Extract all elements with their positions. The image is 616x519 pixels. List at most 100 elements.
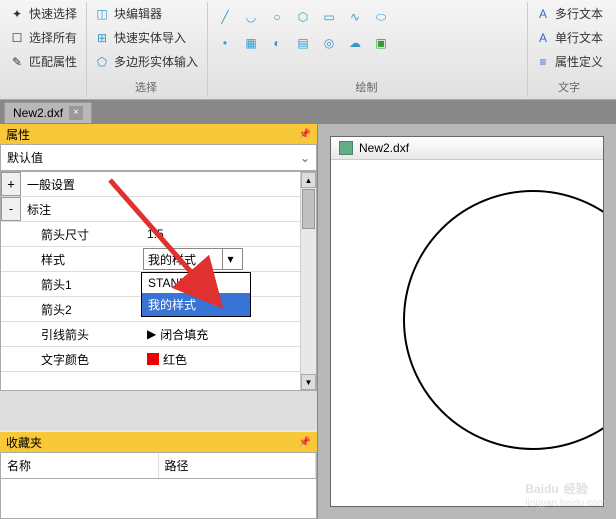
draw-tool-button[interactable]: ▣: [370, 32, 392, 54]
pin-icon[interactable]: 📌: [299, 437, 311, 448]
collapse-icon[interactable]: -: [1, 197, 21, 221]
polygon-icon: ⬠: [94, 54, 110, 70]
ellipse-icon: ⬭: [373, 9, 389, 25]
style-dropdown[interactable]: 我的样式 ▾ STANDARD 我的样式: [141, 247, 300, 271]
column-header-path[interactable]: 路径: [159, 453, 317, 478]
draw-tool-button[interactable]: ⬡: [292, 6, 314, 28]
spline-icon: ∿: [347, 9, 363, 25]
document-tabstrip: New2.dxf ×: [0, 100, 616, 124]
prop-row-text-color: 文字颜色 红色: [1, 347, 300, 372]
expand-icon[interactable]: +: [1, 172, 21, 196]
draw-tool-button[interactable]: ◎: [318, 32, 340, 54]
group-label-draw: 绘制: [210, 77, 523, 97]
brush-icon: ✎: [9, 54, 25, 70]
quick-select-button[interactable]: ✦快速选择: [4, 2, 82, 25]
leader-arrow-value[interactable]: ▶闭合填充: [141, 322, 300, 346]
ribbon-group-import: ◫块编辑器 ⊞快速实体导入 ⬠多边形实体输入 选择: [89, 2, 208, 97]
draw-tool-button[interactable]: ∿: [344, 6, 366, 28]
match-props-button[interactable]: ✎匹配属性: [4, 50, 82, 73]
document-tab[interactable]: New2.dxf ×: [4, 102, 92, 123]
block-editor-button[interactable]: ◫块编辑器: [89, 2, 203, 25]
point-icon: •: [217, 35, 233, 51]
dropdown-option-standard[interactable]: STANDARD: [142, 273, 250, 293]
prop-row-arrow-size: 箭头尺寸 1.5: [1, 222, 300, 247]
document-icon: [339, 141, 353, 155]
draw-tool-button[interactable]: ◐: [266, 32, 288, 54]
select-all-icon: ☐: [9, 30, 25, 46]
favorites-header: 收藏夹 📌: [0, 432, 317, 452]
gradient-icon: ◐: [269, 35, 285, 51]
color-swatch-icon: [147, 353, 159, 365]
draw-tool-button[interactable]: ☁: [344, 32, 366, 54]
draw-tool-button[interactable]: •: [214, 32, 236, 54]
section-row-general[interactable]: + 一般设置: [1, 172, 300, 197]
cursor-icon: ✦: [9, 6, 25, 22]
properties-panel-header: 属性 📌: [0, 124, 317, 144]
default-label: 默认值: [7, 149, 43, 166]
block-icon: ◫: [94, 6, 110, 22]
document-title: New2.dxf: [359, 141, 409, 155]
hatch-icon: ▦: [243, 35, 259, 51]
dropdown-option-mystyle[interactable]: 我的样式: [142, 293, 250, 316]
image-icon: ▣: [373, 35, 389, 51]
arrow-icon: ▶: [147, 327, 156, 341]
favorites-panel: 收藏夹 📌 名称 路径: [0, 432, 317, 519]
text-icon: A: [535, 6, 551, 22]
prop-row-leader-arrow: 引线箭头 ▶闭合填充: [1, 322, 300, 347]
properties-scrollbar[interactable]: ▲ ▼: [300, 172, 316, 390]
canvas-area: New2.dxf: [318, 124, 616, 519]
panel-title: 属性: [6, 126, 30, 143]
ribbon-group-select: ✦快速选择 ☐选择所有 ✎匹配属性 -: [4, 2, 87, 97]
section-row-annotation[interactable]: - 标注: [1, 197, 300, 222]
scroll-thumb[interactable]: [302, 189, 315, 229]
column-header-name[interactable]: 名称: [1, 453, 159, 478]
drawing-canvas[interactable]: [331, 160, 603, 506]
text-color-value[interactable]: 红色: [141, 347, 300, 371]
attr-icon: ≡: [535, 54, 551, 70]
left-panel: 属性 📌 默认值 ⌄ + 一般设置 - 标注 箭头尺寸 1.5: [0, 124, 318, 519]
default-value-dropdown[interactable]: 默认值 ⌄: [0, 144, 317, 171]
ribbon-group-text: A多行文本 A单行文本 ≡属性定义 文字: [530, 2, 612, 97]
prop-row-style: 样式 我的样式 ▾ STANDARD 我的样式: [1, 247, 300, 272]
draw-tool-button[interactable]: ⬭: [370, 6, 392, 28]
chevron-down-icon[interactable]: ▾: [222, 249, 238, 269]
pin-icon[interactable]: 📌: [299, 129, 311, 140]
group-label-text: 文字: [530, 77, 608, 97]
document-window: New2.dxf: [330, 136, 604, 507]
poly-icon: ⬡: [295, 9, 311, 25]
circle-icon: ○: [269, 9, 285, 25]
donut-icon: ◎: [321, 35, 337, 51]
ribbon-group-draw: ╱ ◡ ○ ⬡ ▭ ∿ ⬭ • ▦ ◐ ▤ ◎ ☁ ▣ 绘制: [210, 2, 528, 97]
document-titlebar: New2.dxf: [331, 137, 603, 160]
favorites-columns: 名称 路径: [0, 452, 317, 479]
singleline-text-button[interactable]: A单行文本: [530, 26, 608, 49]
select-all-button[interactable]: ☐选择所有: [4, 26, 82, 49]
draw-tool-button[interactable]: ╱: [214, 6, 236, 28]
draw-tool-button[interactable]: ○: [266, 6, 288, 28]
properties-grid: + 一般设置 - 标注 箭头尺寸 1.5 样式 我的样式 ▾: [0, 171, 317, 391]
solid-import-button[interactable]: ⊞快速实体导入: [89, 26, 203, 49]
tab-label: New2.dxf: [13, 106, 63, 120]
watermark: Baidu 经验 jingyan.baidu.com: [525, 477, 606, 509]
style-dropdown-list: STANDARD 我的样式: [141, 272, 251, 317]
close-icon[interactable]: ×: [69, 106, 83, 120]
main-area: 属性 📌 默认值 ⌄ + 一般设置 - 标注 箭头尺寸 1.5: [0, 124, 616, 519]
text-icon: A: [535, 30, 551, 46]
group-label-select: 选择: [89, 77, 203, 97]
attr-def-button[interactable]: ≡属性定义: [530, 50, 608, 73]
draw-tool-button[interactable]: ▤: [292, 32, 314, 54]
draw-tool-button[interactable]: ▦: [240, 32, 262, 54]
multiline-text-button[interactable]: A多行文本: [530, 2, 608, 25]
arc-icon: ◡: [243, 9, 259, 25]
polygon-input-button[interactable]: ⬠多边形实体输入: [89, 50, 203, 73]
import-icon: ⊞: [94, 30, 110, 46]
scroll-down-icon[interactable]: ▼: [301, 374, 316, 390]
scroll-up-icon[interactable]: ▲: [301, 172, 316, 188]
arrow-size-value[interactable]: 1.5: [141, 222, 300, 246]
draw-tool-button[interactable]: ▭: [318, 6, 340, 28]
circle-shape: [403, 190, 603, 450]
chevron-down-icon: ⌄: [300, 151, 310, 165]
favorites-body: [0, 479, 317, 519]
draw-tool-button[interactable]: ◡: [240, 6, 262, 28]
line-icon: ╱: [217, 9, 233, 25]
